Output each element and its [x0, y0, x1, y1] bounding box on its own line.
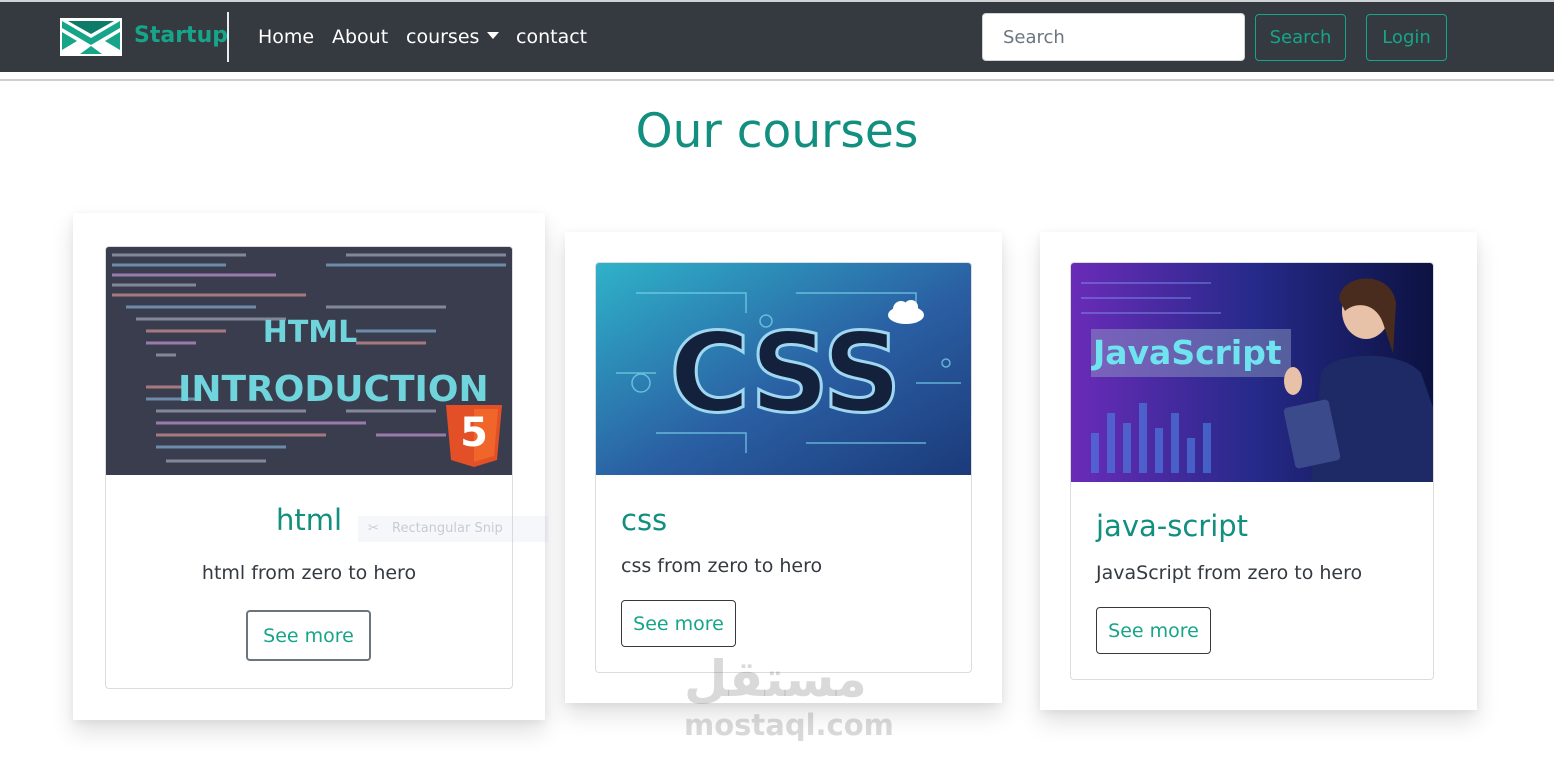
- navbar: Startup Home About courses contact Searc…: [0, 0, 1554, 72]
- course-text-javascript: JavaScript from zero to hero: [1096, 562, 1363, 584]
- course-text-css: css from zero to hero: [621, 555, 823, 577]
- course-card-shell-html: HTML INTRODUCTION 5 html html from zero …: [73, 213, 545, 720]
- nav-link-contact[interactable]: contact: [516, 26, 587, 48]
- css-image-caption: CSS: [668, 308, 903, 439]
- javascript-image-caption: JavaScript: [1093, 333, 1282, 372]
- nav-link-about[interactable]: About: [332, 26, 388, 48]
- course-card-shell-javascript: JavaScript java-script JavaScript from z…: [1040, 232, 1477, 710]
- course-card-shell-css: CSS css css from zero to hero See more: [565, 232, 1002, 703]
- snip-label: Rectangular Snip: [392, 521, 503, 536]
- search-button[interactable]: Search: [1255, 14, 1346, 61]
- html5-badge-icon: 5: [460, 410, 488, 456]
- startup-logo-icon: [60, 18, 122, 56]
- see-more-button-javascript[interactable]: See more: [1096, 607, 1211, 654]
- snip-icon: ✂: [368, 521, 379, 536]
- nav-dropdown-courses[interactable]: courses: [406, 26, 500, 48]
- watermark-latin: mostaql.com: [684, 708, 894, 742]
- course-text-html: html from zero to hero: [201, 562, 417, 584]
- course-title-css: css: [621, 503, 668, 537]
- course-image-css: CSS: [596, 263, 971, 475]
- brand-divider: [227, 12, 229, 62]
- course-card-css: CSS css css from zero to hero See more: [595, 262, 972, 673]
- page-title: Our courses: [635, 104, 919, 159]
- search-input[interactable]: [982, 13, 1245, 61]
- course-image-html: HTML INTRODUCTION 5: [106, 247, 512, 475]
- html-image-caption-2: INTRODUCTION: [178, 369, 489, 410]
- javascript-person-background-icon: [1071, 263, 1433, 482]
- course-card-html: HTML INTRODUCTION 5 html html from zero …: [105, 246, 513, 689]
- see-more-button-html[interactable]: See more: [246, 610, 371, 661]
- html-image-caption-1: HTML: [262, 315, 358, 350]
- login-button[interactable]: Login: [1366, 14, 1447, 61]
- nav-dropdown-courses-label: courses: [406, 26, 480, 48]
- nav-link-home[interactable]: Home: [258, 26, 314, 48]
- chevron-down-icon: [487, 32, 500, 39]
- course-card-javascript: JavaScript java-script JavaScript from z…: [1070, 262, 1434, 680]
- rectangular-snip-overlay: ✂ Rectangular Snip: [358, 516, 548, 542]
- nav-divider: [0, 79, 1554, 81]
- see-more-button-css[interactable]: See more: [621, 600, 736, 647]
- brand-name[interactable]: Startup: [134, 23, 228, 48]
- brand-logo[interactable]: [60, 18, 122, 56]
- course-image-javascript: JavaScript: [1071, 263, 1433, 482]
- watermark-arabic: مستقل: [684, 650, 867, 708]
- course-title-javascript: java-script: [1096, 509, 1249, 543]
